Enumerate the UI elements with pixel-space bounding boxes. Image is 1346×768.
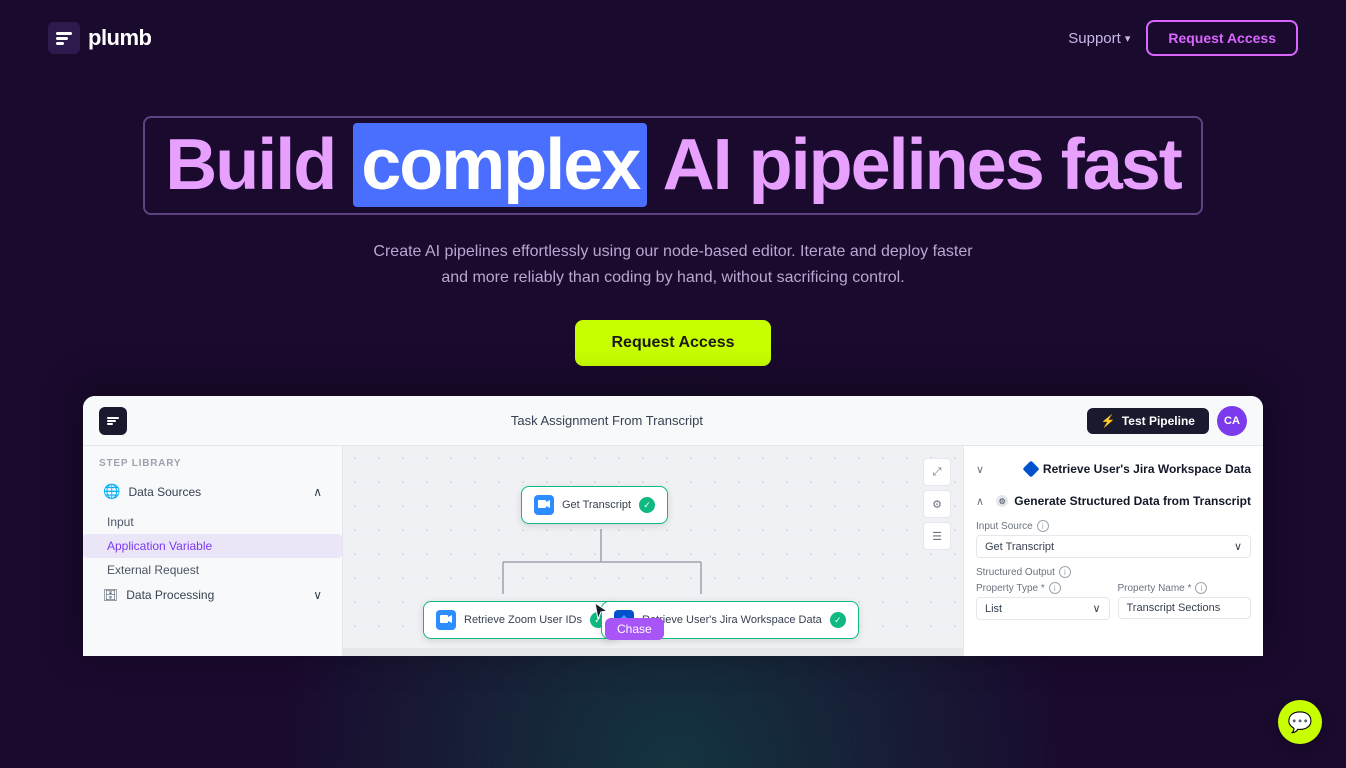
support-label: Support (1068, 30, 1121, 47)
hero-title-part1: Build (165, 125, 353, 205)
hero-title-highlight: complex (353, 123, 647, 207)
panel-section-jira: ∨ Retrieve User's Jira Workspace Data (976, 458, 1251, 480)
app-logo-icon (99, 407, 127, 435)
tooltip-chase: Chase (605, 618, 664, 640)
input-source-text: Input Source (976, 521, 1033, 532)
nav-request-access-button[interactable]: Request Access (1146, 20, 1298, 56)
property-type-value: List (985, 603, 1002, 615)
app-header: Task Assignment From Transcript ⚡ Test P… (83, 396, 1263, 446)
panel-jira-label: Retrieve User's Jira Workspace Data (1043, 462, 1251, 476)
panel-generate-toggle[interactable]: ∧ (976, 495, 984, 508)
get-transcript-check: ✓ (639, 497, 655, 513)
panel-generate-label: Generate Structured Data from Transcript (1014, 494, 1251, 508)
panel-generate-row: ∧ ⚙ Generate Structured Data from Transc… (976, 490, 1251, 512)
data-processing-label: Data Processing (126, 588, 214, 602)
property-name-info-icon: i (1195, 582, 1207, 594)
globe-icon: 🌐 (103, 483, 120, 500)
input-source-group: Input Source i Get Transcript ∨ (976, 520, 1251, 558)
input-source-info-icon: i (1037, 520, 1049, 532)
sidebar-item-input[interactable]: Input (83, 510, 342, 534)
sidebar-data-processing-section[interactable]: 🗄 Data Processing ∨ (83, 582, 342, 608)
step-library-label: STEP LIBRARY (83, 458, 342, 477)
plumb-logo-icon (48, 22, 80, 54)
get-transcript-node[interactable]: Get Transcript ✓ (521, 486, 668, 524)
test-pipeline-button[interactable]: ⚡ Test Pipeline (1087, 408, 1209, 434)
get-transcript-label: Get Transcript (562, 499, 631, 511)
app-screenshot: Task Assignment From Transcript ⚡ Test P… (83, 396, 1263, 656)
panel-jira-row: ∨ Retrieve User's Jira Workspace Data (976, 458, 1251, 480)
sidebar-data-sources-header[interactable]: 🌐 Data Sources ∧ (95, 477, 330, 506)
user-avatar: CA (1217, 406, 1247, 436)
property-type-text: Property Type * (976, 583, 1045, 594)
logo: plumb (48, 22, 152, 54)
chevron-up-icon: ∧ (313, 485, 322, 499)
select-chevron-icon: ∨ (1234, 540, 1242, 553)
retrieve-jira-check: ✓ (830, 612, 846, 628)
lightning-icon: ⚡ (1101, 414, 1116, 428)
input-source-select[interactable]: Get Transcript ∨ (976, 535, 1251, 558)
hero-section: Build complex AI pipelines fast Create A… (0, 76, 1346, 396)
logo-text: plumb (88, 25, 152, 51)
input-source-value: Get Transcript (985, 541, 1054, 553)
retrieve-zoom-node[interactable]: Retrieve Zoom User IDs ✓ (423, 601, 619, 639)
structured-output-text: Structured Output (976, 567, 1055, 578)
input-source-label: Input Source i (976, 520, 1251, 532)
property-name-label: Property Name * i (1118, 582, 1252, 594)
test-pipeline-label: Test Pipeline (1122, 414, 1195, 428)
canvas-tools: ⤢ ⚙ ☰ (923, 458, 951, 550)
sidebar-item-application-variable[interactable]: Application Variable (83, 534, 342, 558)
scrollbar[interactable] (343, 648, 963, 656)
right-panel: ∨ Retrieve User's Jira Workspace Data ∧ … (963, 446, 1263, 656)
chat-icon: 💬 (1288, 710, 1313, 735)
property-type-col: Property Type * i List ∨ (976, 582, 1110, 620)
navbar: plumb Support ▾ Request Access (0, 0, 1346, 76)
sidebar-data-processing-header[interactable]: 🗄 Data Processing ∨ (95, 582, 330, 608)
list-tool[interactable]: ☰ (923, 522, 951, 550)
nav-right: Support ▾ Request Access (1068, 20, 1298, 56)
hero-headline-box: Build complex AI pipelines fast (143, 116, 1203, 215)
property-cols: Property Type * i List ∨ Property Name *… (976, 582, 1251, 620)
data-sources-label: Data Sources (128, 485, 201, 499)
hero-subtitle: Create AI pipelines effortlessly using o… (363, 239, 983, 290)
database-icon: 🗄 (103, 588, 118, 602)
expand-tool[interactable]: ⤢ (923, 458, 951, 486)
app-title: Task Assignment From Transcript (511, 413, 703, 428)
settings-tool[interactable]: ⚙ (923, 490, 951, 518)
app-header-right: ⚡ Test Pipeline CA (1087, 406, 1247, 436)
structured-output-group: Structured Output i Property Type * i Li… (976, 566, 1251, 620)
property-name-col: Property Name * i Transcript Sections (1118, 582, 1252, 620)
panel-generate-title: ⚙ Generate Structured Data from Transcri… (996, 494, 1251, 508)
panel-section-generate: ∧ ⚙ Generate Structured Data from Transc… (976, 490, 1251, 620)
zoom-icon-transcript (534, 495, 554, 515)
zoom-icon (436, 610, 456, 630)
retrieve-jira-label: Retrieve User's Jira Workspace Data (642, 614, 822, 626)
app-canvas[interactable]: Get Transcript ✓ Retrieve Zoom User IDs … (343, 446, 963, 656)
sidebar-data-sources-section: 🌐 Data Sources ∧ (83, 477, 342, 506)
hero-title-part2: AI pipelines fast (647, 125, 1180, 205)
hero-title: Build complex AI pipelines fast (165, 126, 1181, 205)
support-button[interactable]: Support ▾ (1068, 30, 1130, 47)
panel-jira-title: Retrieve User's Jira Workspace Data (1025, 462, 1251, 476)
property-type-select[interactable]: List ∨ (976, 597, 1110, 620)
structured-output-label: Structured Output i (976, 566, 1251, 578)
jira-panel-icon (1022, 461, 1039, 478)
panel-jira-toggle[interactable]: ∨ (976, 463, 984, 476)
section-left: 🌐 Data Sources (103, 483, 201, 500)
sidebar-item-external-request[interactable]: External Request (83, 558, 342, 582)
hero-request-access-button[interactable]: Request Access (575, 320, 770, 366)
gear-panel-icon: ⚙ (996, 495, 1008, 507)
property-name-text: Property Name * (1118, 583, 1192, 594)
structured-output-info-icon: i (1059, 566, 1071, 578)
property-type-info-icon: i (1049, 582, 1061, 594)
property-type-chevron-icon: ∨ (1092, 602, 1100, 615)
chat-bubble[interactable]: 💬 (1278, 700, 1322, 744)
property-name-input[interactable]: Transcript Sections (1118, 597, 1252, 619)
chevron-down-icon-dp: ∨ (313, 588, 322, 602)
property-type-label: Property Type * i (976, 582, 1110, 594)
app-sidebar: STEP LIBRARY 🌐 Data Sources ∧ Input Appl… (83, 446, 343, 656)
chevron-down-icon: ▾ (1125, 32, 1131, 45)
cursor (591, 601, 611, 621)
section-left-dp: 🗄 Data Processing (103, 588, 214, 602)
retrieve-zoom-label: Retrieve Zoom User IDs (464, 614, 582, 626)
